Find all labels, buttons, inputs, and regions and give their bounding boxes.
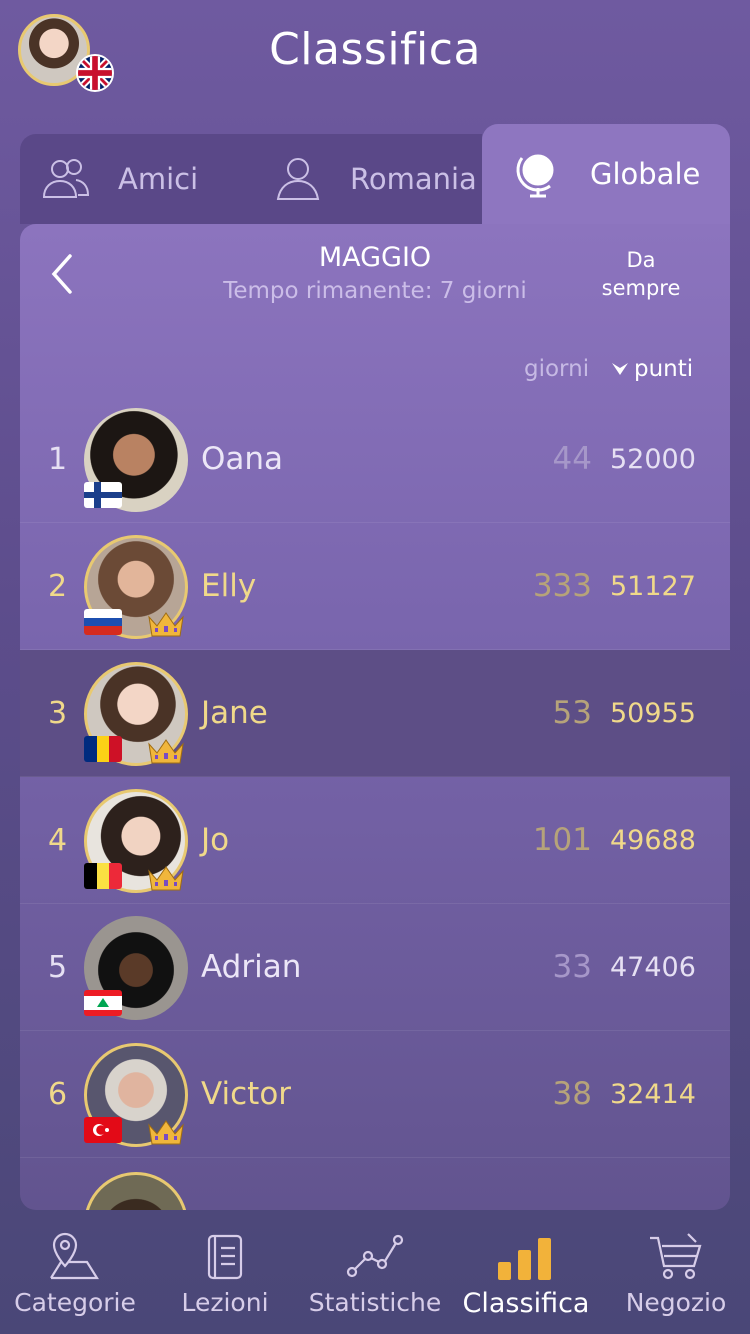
row-points: 32414 [610, 1079, 696, 1110]
row-name: Elly [201, 568, 257, 604]
leaderboard-row[interactable]: 5 Adrian 33 47406 [20, 904, 730, 1031]
line-chart-icon [300, 1220, 450, 1282]
row-days: 44 [552, 441, 592, 477]
row-days: 33 [552, 949, 592, 985]
leaderboard-row-current-user[interactable]: 3 Jane 53 50955 [20, 650, 730, 777]
tab-globale[interactable]: Globale [482, 124, 730, 224]
row-rank: 6 [48, 1077, 68, 1112]
avatar [84, 1043, 188, 1147]
tab-romania-label: Romania [350, 162, 477, 196]
tabbar-lezioni-label: Lezioni [181, 1288, 269, 1317]
row-rank: 5 [48, 950, 68, 985]
header: Classifica [0, 0, 750, 110]
row-name: Adrian [201, 949, 302, 985]
person-icon [272, 153, 324, 205]
sort-down-icon [612, 363, 628, 375]
row-rank: 3 [48, 696, 68, 731]
tabbar-classifica-label: Classifica [462, 1288, 590, 1319]
crown-icon [146, 1117, 186, 1147]
avatar [84, 1172, 188, 1210]
tabbar-categorie-label: Categorie [14, 1288, 136, 1317]
avatar [84, 408, 188, 512]
row-points: 49688 [610, 825, 696, 856]
cart-icon [602, 1220, 750, 1282]
leaderboard-row[interactable]: 4 Jo 101 49688 [20, 777, 730, 904]
belgium-flag-icon [84, 863, 122, 889]
row-rank: 1 [48, 442, 68, 477]
tabbar-lezioni[interactable]: Lezioni [150, 1220, 300, 1334]
tabbar-classifica[interactable]: Classifica [450, 1220, 602, 1334]
avatar [84, 662, 188, 766]
tabbar-statistiche-label: Statistiche [308, 1288, 442, 1317]
tabbar-statistiche[interactable]: Statistiche [300, 1220, 450, 1334]
row-name: Victor [201, 1076, 292, 1112]
leaderboard-row[interactable]: 6 Victor 38 32414 [20, 1031, 730, 1158]
page-title: Classifica [269, 24, 481, 75]
column-header-points[interactable]: punti [610, 356, 693, 382]
lebanon-flag-icon [84, 990, 122, 1016]
tab-amici[interactable]: Amici [40, 134, 250, 224]
leaderboard-row[interactable]: 2 Elly 333 51127 [20, 523, 730, 650]
tabbar-categorie[interactable]: Categorie [0, 1220, 150, 1334]
row-name: Jo [201, 822, 230, 858]
friends-icon [40, 153, 92, 205]
avatar [84, 535, 188, 639]
tab-amici-label: Amici [118, 162, 199, 196]
book-icon [150, 1220, 300, 1282]
leaderboard-row[interactable]: 1 Oana 44 52000 [20, 396, 730, 523]
globe-icon [512, 148, 564, 200]
tab-romania[interactable]: Romania [272, 134, 482, 224]
turkey-flag-icon [84, 1117, 122, 1143]
row-rank: 4 [48, 823, 68, 858]
avatar [84, 789, 188, 893]
row-points: 52000 [610, 444, 696, 475]
scope-tabs: Amici Romania Globale [20, 124, 730, 224]
row-days: 38 [552, 1076, 592, 1112]
column-header-days[interactable]: giorni [524, 356, 589, 382]
map-pin-icon [0, 1220, 150, 1282]
row-days: 333 [532, 568, 592, 604]
crown-icon [146, 863, 186, 893]
bar-chart-icon [450, 1220, 602, 1282]
tabbar-negozio[interactable]: Negozio [602, 1220, 750, 1334]
row-rank: 2 [48, 569, 68, 604]
column-header-points-label: punti [634, 356, 694, 382]
bottom-tab-bar: Categorie Lezioni Statistiche Classifica [0, 1220, 750, 1334]
avatar [84, 916, 188, 1020]
tabbar-negozio-label: Negozio [625, 1288, 727, 1317]
russia-flag-icon [84, 609, 122, 635]
crown-icon [146, 609, 186, 639]
crown-icon [146, 736, 186, 766]
row-name: Jane [201, 695, 268, 731]
all-time-button[interactable]: Da sempre [586, 246, 696, 302]
row-name: Oana [201, 441, 284, 477]
row-points: 47406 [610, 952, 696, 983]
row-days: 101 [532, 822, 592, 858]
row-days: 53 [552, 695, 592, 731]
finland-flag-icon [84, 482, 122, 508]
row-points: 51127 [610, 571, 696, 602]
tab-globale-label: Globale [590, 157, 701, 191]
leaderboard-panel: MAGGIO Tempo rimanente: 7 giorni Da semp… [20, 224, 730, 1210]
row-points: 50955 [610, 698, 696, 729]
romania-flag-icon [84, 736, 122, 762]
